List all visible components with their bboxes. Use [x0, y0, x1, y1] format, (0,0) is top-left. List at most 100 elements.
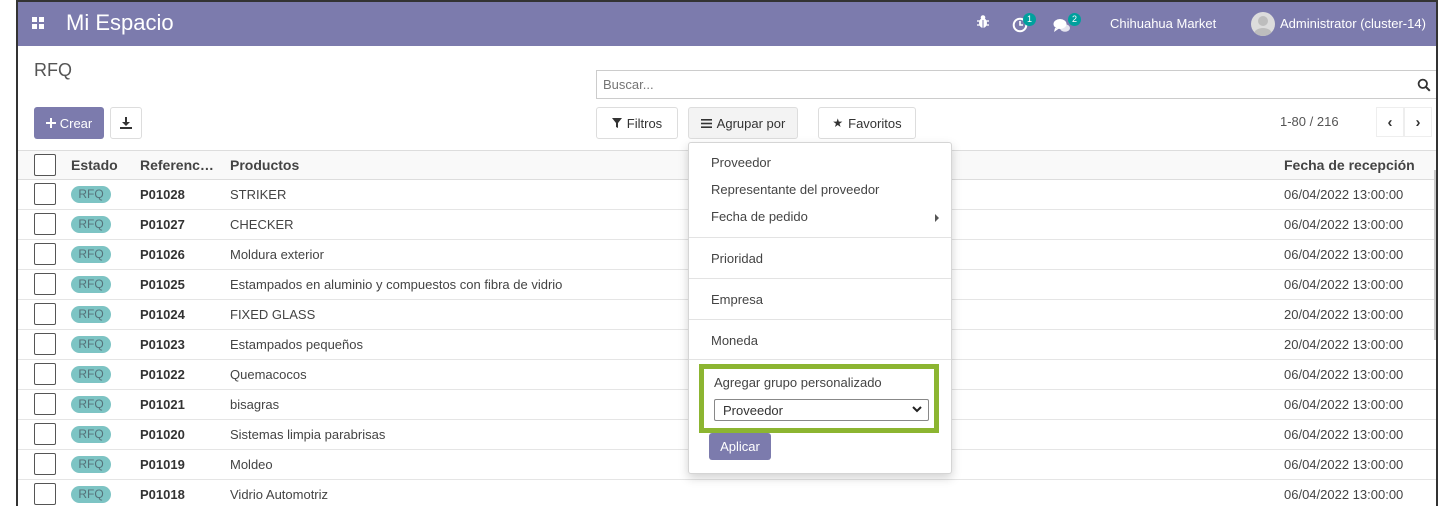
filters-label: Filtros [626, 115, 663, 131]
select-all-checkbox[interactable] [34, 154, 56, 176]
group-by-option-fecha-pedido[interactable]: Fecha de pedido [711, 209, 808, 224]
group-by-option-empresa[interactable]: Empresa [711, 292, 763, 307]
products-cell: Estampados en aluminio y compuestos con … [230, 277, 563, 292]
row-checkbox[interactable] [34, 243, 56, 265]
menu-divider [689, 319, 951, 320]
reference-cell: P01021 [140, 397, 185, 412]
column-header-products[interactable]: Productos [230, 157, 299, 173]
reference-cell: P01019 [140, 457, 185, 472]
favorites-button[interactable]: ★ Favoritos [818, 107, 916, 139]
receipt-date-cell: 06/04/2022 13:00:00 [1284, 277, 1404, 292]
app-window: Mi Espacio 1 2 Chihuahua Market Administ… [16, 0, 1438, 506]
table-row[interactable]: RFQ P01018 Vidrio Automotriz 06/04/2022 13:… [18, 480, 1436, 506]
filters-button[interactable]: Filtros [596, 107, 678, 139]
column-header-receipt-date[interactable]: Fecha de recepción [1284, 157, 1415, 173]
reference-cell: P01023 [140, 337, 185, 352]
reference-cell: P01025 [140, 277, 185, 292]
products-cell: FIXED GLASS [230, 307, 316, 322]
products-cell: Moldeo [230, 457, 273, 472]
receipt-date-cell: 20/04/2022 13:00:00 [1284, 307, 1404, 322]
menu-divider [689, 237, 951, 238]
status-badge: RFQ [71, 456, 111, 473]
reference-cell: P01028 [140, 187, 185, 202]
activities-count-badge: 1 [1023, 13, 1037, 26]
search-bar [596, 70, 1436, 99]
receipt-date-cell: 06/04/2022 13:00:00 [1284, 457, 1404, 472]
column-header-status[interactable]: Estado [71, 157, 118, 173]
products-cell: Quemacocos [230, 367, 307, 382]
status-badge: RFQ [71, 306, 111, 323]
row-checkbox[interactable] [34, 303, 56, 325]
debug-bug-icon[interactable] [976, 14, 990, 34]
row-checkbox[interactable] [34, 453, 56, 475]
row-checkbox[interactable] [34, 483, 56, 505]
receipt-date-cell: 06/04/2022 13:00:00 [1284, 367, 1404, 382]
vertical-scrollbar[interactable] [1434, 170, 1436, 340]
reference-cell: P01022 [140, 367, 185, 382]
apps-menu-icon[interactable] [32, 17, 44, 29]
status-badge: RFQ [71, 486, 111, 503]
receipt-date-cell: 06/04/2022 13:00:00 [1284, 187, 1404, 202]
custom-group-label: Agregar grupo personalizado [714, 375, 882, 390]
group-by-option-moneda[interactable]: Moneda [711, 333, 758, 348]
products-cell: Moldura exterior [230, 247, 324, 262]
status-badge: RFQ [71, 396, 111, 413]
group-by-dropdown: Proveedor Representante del proveedor Fe… [688, 142, 952, 474]
filter-icon [611, 118, 622, 128]
custom-group-highlight: Agregar grupo personalizado Proveedor [699, 364, 939, 433]
receipt-date-cell: 06/04/2022 13:00:00 [1284, 487, 1404, 502]
status-badge: RFQ [71, 426, 111, 443]
favorites-label: Favoritos [848, 115, 902, 131]
custom-group-select[interactable]: Proveedor [714, 399, 929, 421]
bars-icon [700, 118, 712, 128]
products-cell: Estampados pequeños [230, 337, 363, 352]
caret-right-icon [935, 214, 939, 222]
messages-chat-icon[interactable]: 2 [1053, 13, 1082, 35]
group-by-button[interactable]: Agrupar por [688, 107, 798, 139]
chevron-down-icon [912, 406, 922, 413]
group-by-option-prioridad[interactable]: Prioridad [711, 251, 763, 266]
reference-cell: P01020 [140, 427, 185, 442]
user-menu[interactable]: Administrator (cluster-14) [1280, 16, 1426, 31]
search-input[interactable] [603, 77, 1383, 92]
row-checkbox[interactable] [34, 393, 56, 415]
create-button[interactable]: Crear [34, 107, 104, 139]
receipt-date-cell: 06/04/2022 13:00:00 [1284, 397, 1404, 412]
row-checkbox[interactable] [34, 183, 56, 205]
search-icon[interactable] [1417, 78, 1431, 92]
top-navbar: Mi Espacio 1 2 Chihuahua Market Administ… [18, 2, 1436, 46]
export-download-button[interactable] [110, 107, 142, 139]
row-checkbox[interactable] [34, 213, 56, 235]
receipt-date-cell: 20/04/2022 13:00:00 [1284, 337, 1404, 352]
status-badge: RFQ [71, 186, 111, 203]
products-cell: bisagras [230, 397, 280, 412]
row-checkbox[interactable] [34, 423, 56, 445]
row-checkbox[interactable] [34, 273, 56, 295]
breadcrumb: RFQ [34, 60, 72, 80]
receipt-date-cell: 06/04/2022 13:00:00 [1284, 247, 1404, 262]
pager-previous-button[interactable]: ‹ [1376, 107, 1404, 137]
column-header-reference[interactable]: Referenc… [140, 157, 214, 173]
receipt-date-cell: 06/04/2022 13:00:00 [1284, 217, 1404, 232]
products-cell: Sistemas limpia parabrisas [230, 427, 386, 442]
status-badge: RFQ [71, 246, 111, 263]
menu-divider [689, 359, 951, 360]
group-by-option-proveedor[interactable]: Proveedor [711, 155, 771, 170]
products-cell: CHECKER [230, 217, 294, 232]
group-by-option-representante[interactable]: Representante del proveedor [711, 182, 879, 197]
messages-count-badge: 2 [1068, 13, 1082, 26]
menu-divider [689, 278, 951, 279]
pager-value[interactable]: 1-80 / 216 [1280, 114, 1339, 129]
row-checkbox[interactable] [34, 363, 56, 385]
row-checkbox[interactable] [34, 333, 56, 355]
reference-cell: P01018 [140, 487, 185, 502]
app-title: Mi Espacio [66, 10, 174, 35]
group-by-label: Agrupar por [716, 115, 786, 131]
activities-clock-icon[interactable]: 1 [1012, 13, 1037, 35]
user-avatar[interactable] [1251, 12, 1275, 36]
pager-next-button[interactable]: › [1404, 107, 1432, 137]
reference-cell: P01027 [140, 217, 185, 232]
chevron-right-icon: › [1415, 113, 1421, 131]
company-switcher[interactable]: Chihuahua Market [1110, 16, 1216, 31]
apply-button[interactable]: Aplicar [709, 433, 771, 460]
